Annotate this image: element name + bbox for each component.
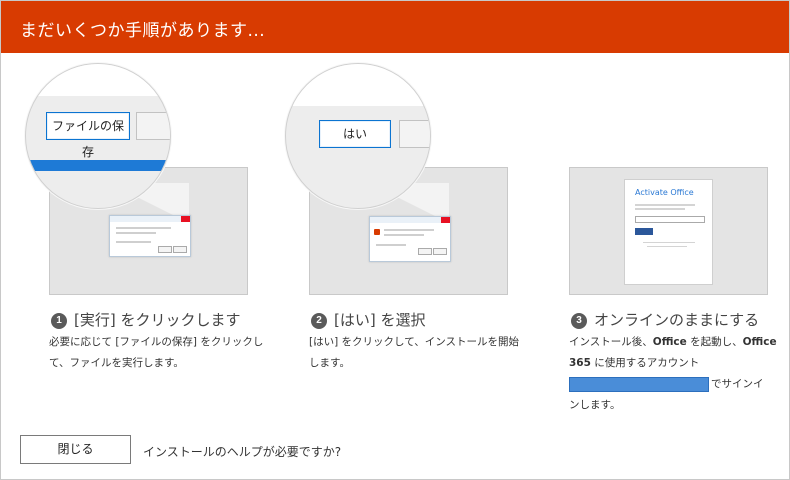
activate-office-panel: Activate Office bbox=[624, 179, 713, 285]
step2-illustration: はい bbox=[285, 63, 509, 298]
close-button[interactable]: 閉じる bbox=[20, 435, 131, 464]
step3-title: オンラインのままにする bbox=[594, 311, 760, 329]
dialog-header: まだいくつか手順があります... bbox=[1, 1, 789, 53]
zoom-circle: はい bbox=[285, 63, 431, 209]
step2-title: [はい] を選択 bbox=[334, 311, 426, 329]
step1-title: [実行] をクリックします bbox=[74, 311, 241, 329]
zoom-circle: ファイルの保存 bbox=[25, 63, 171, 209]
run-dialog-window bbox=[109, 215, 191, 257]
step3-illustration: Activate Office bbox=[569, 73, 769, 298]
step3-number: 3 bbox=[571, 313, 587, 329]
step3-description: インストール後、Office を起動し、Office 365 に使用するアカウン… bbox=[569, 336, 777, 411]
activate-office-title: Activate Office bbox=[635, 188, 694, 197]
dialog-title: まだいくつか手順があります... bbox=[20, 21, 266, 41]
step2-number: 2 bbox=[311, 313, 327, 329]
yes-button-zoom: はい bbox=[319, 120, 391, 148]
step1-illustration: ファイルの保存 bbox=[25, 63, 249, 298]
step1-description: 必要に応じて [ファイルの保存] をクリックし て、ファイルを実行します。 bbox=[49, 336, 264, 369]
save-file-button-zoom: ファイルの保存 bbox=[46, 112, 130, 159]
dialog-frame: まだいくつか手順があります... ファイルの保存 はい Activate Off… bbox=[0, 0, 790, 480]
redacted-account bbox=[569, 376, 709, 392]
uac-dialog-window bbox=[369, 216, 451, 262]
help-link[interactable]: インストールのヘルプが必要ですか? bbox=[143, 443, 341, 460]
step2-description: [はい] をクリックして、インストールを開始 します。 bbox=[309, 336, 519, 369]
step1-number: 1 bbox=[51, 313, 67, 329]
